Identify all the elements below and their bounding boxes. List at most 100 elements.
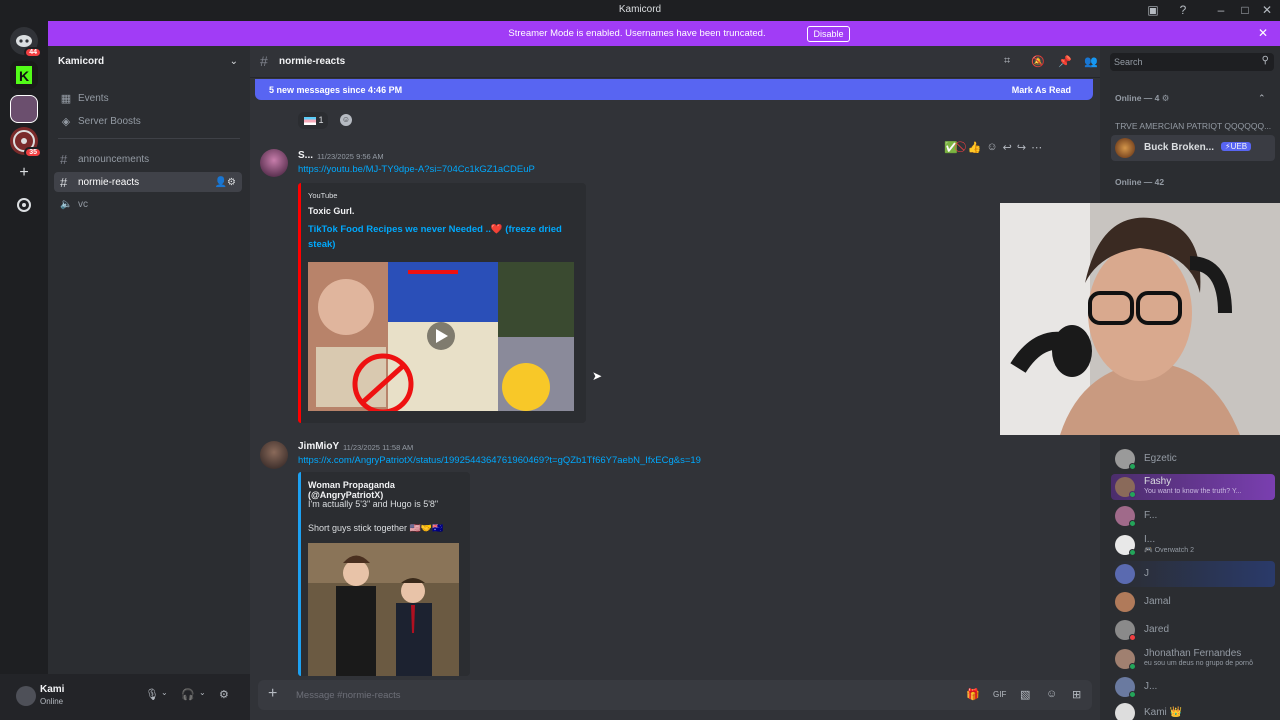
emoji-icon[interactable]: ☺ <box>1046 688 1057 700</box>
message-author[interactable]: S... <box>298 150 313 161</box>
member-item[interactable]: Buck Broken... ⚡UEB <box>1111 135 1275 161</box>
chevron-up-icon[interactable]: ⌃ <box>1258 93 1266 104</box>
message-link[interactable]: https://youtu.be/MJ-TY9dpe-A?si=704Cc1kG… <box>298 164 535 175</box>
search-box[interactable]: ⚲ <box>1110 53 1274 71</box>
chevron-down-icon[interactable]: ⌄ <box>161 688 168 697</box>
gift-icon[interactable]: 🎁 <box>966 688 980 701</box>
embed-provider: YouTube <box>308 191 338 200</box>
gif-icon[interactable]: GIF <box>993 690 1006 699</box>
new-messages-bar[interactable]: 5 new messages since 4:46 PM Mark As Rea… <box>255 79 1093 100</box>
hash-icon: # <box>260 53 268 69</box>
help-icon[interactable]: ? <box>1176 3 1190 17</box>
member-item[interactable]: J <box>1111 561 1275 587</box>
chevron-down-icon[interactable]: ⌄ <box>230 56 238 67</box>
close-window-icon[interactable]: ✕ <box>1260 3 1274 17</box>
member-item[interactable]: J... <box>1111 674 1275 700</box>
message-timestamp: 11/23/2025 9:56 AM <box>317 152 384 161</box>
hash-icon: # <box>60 151 68 167</box>
avatar[interactable] <box>260 441 288 469</box>
member-activity: You want to know the truth? Y... <box>1144 488 1242 495</box>
member-name: Jhonathan Fernandes <box>1144 648 1242 659</box>
online-status-dot <box>1129 691 1136 698</box>
member-item[interactable]: Fashy You want to know the truth? Y... <box>1111 474 1275 500</box>
message-input[interactable] <box>296 687 896 703</box>
gear-icon[interactable]: ⚙ <box>219 688 229 701</box>
reply-icon[interactable]: ↩ <box>1003 141 1012 154</box>
avatar[interactable] <box>16 686 36 706</box>
forward-icon[interactable]: ↪ <box>1017 141 1026 154</box>
member-name: Fashy <box>1144 476 1172 487</box>
member-name: Jared <box>1144 624 1170 635</box>
online-status-dot <box>1129 491 1136 498</box>
message-link[interactable]: https://x.com/AngryPatriotX/status/19925… <box>298 455 701 466</box>
close-icon[interactable]: ✕ <box>1258 26 1268 40</box>
reaction-pill[interactable]: 1 <box>298 112 328 129</box>
mouse-cursor-icon: ➤ <box>592 369 603 383</box>
user-panel: Kami Online 🎙 ⌄ 🎧 ⌄ ⚙ <box>0 674 250 720</box>
calendar-icon: ▦ <box>60 93 72 105</box>
video-thumbnail[interactable] <box>308 262 574 411</box>
add-reaction-icon[interactable]: ☺ <box>340 114 352 126</box>
avatar <box>1115 703 1135 720</box>
message-author[interactable]: JimMioY <box>298 441 339 452</box>
sidebar-item-label: Events <box>78 93 109 104</box>
chevron-down-icon[interactable]: ⌄ <box>199 688 206 697</box>
members-icon[interactable]: 👥 <box>1084 55 1098 68</box>
apps-icon[interactable]: ⊞ <box>1072 688 1081 701</box>
more-icon[interactable]: ⋯ <box>1031 141 1042 154</box>
member-item[interactable]: Jhonathan Fernandes eu sou um deus no gr… <box>1111 646 1275 672</box>
sticker-icon[interactable]: ▧ <box>1020 688 1030 701</box>
embed-title[interactable]: TikTok Food Recipes we never Needed ..❤️… <box>308 222 578 252</box>
channel-vc[interactable]: 🔈 vc <box>54 194 242 214</box>
game-icon: 🎮 <box>1144 547 1153 554</box>
disable-button[interactable]: Disable <box>807 26 850 42</box>
direct-messages-icon[interactable]: 44 <box>10 27 42 58</box>
online-status-dot <box>1129 634 1136 641</box>
speaker-icon: 🔈 <box>60 198 73 210</box>
pin-icon[interactable]: 📌 <box>1058 55 1072 68</box>
invite-settings-icons[interactable]: 👤⚙ <box>215 177 236 188</box>
embed-author[interactable]: Toxic Gurl. <box>308 206 354 216</box>
microphone-icon[interactable]: 🎙 <box>145 688 159 701</box>
channel-announcements[interactable]: # announcements <box>54 149 242 169</box>
upload-plus-icon[interactable]: + <box>268 685 277 703</box>
sidebar-item-server-boosts[interactable]: ◈ Server Boosts <box>60 115 141 128</box>
maximize-icon[interactable]: □ <box>1238 3 1252 17</box>
member-item[interactable]: Kami 👑 <box>1111 700 1275 720</box>
inbox-icon[interactable]: ▣ <box>1146 3 1160 17</box>
member-item[interactable]: I... 🎮 Overwatch 2 <box>1111 532 1275 558</box>
server-icon-film[interactable]: 35 <box>10 127 42 158</box>
add-reaction-icon[interactable]: ☺ <box>986 141 997 153</box>
notification-bell-icon[interactable]: 🔕 <box>1031 55 1045 68</box>
mark-as-read-button[interactable]: Mark As Read <box>1012 85 1071 95</box>
threads-icon[interactable]: ⌗ <box>1004 55 1010 68</box>
member-item[interactable]: F... <box>1111 503 1275 529</box>
channel-normie-reacts[interactable]: # normie-reacts 👤⚙ <box>54 172 242 192</box>
server-icon-kick[interactable]: K <box>10 61 38 89</box>
thumbs-up-reaction-icon[interactable]: 👍 <box>968 141 982 154</box>
avatar[interactable] <box>260 149 288 177</box>
headphones-icon[interactable]: 🎧 <box>181 688 195 701</box>
discover-icon[interactable] <box>10 191 38 219</box>
add-server-icon[interactable]: + <box>10 159 38 187</box>
server-icon-kamicord[interactable] <box>10 95 38 123</box>
sidebar-item-events[interactable]: ▦ Events <box>60 92 109 105</box>
embed-color-bar <box>298 472 301 676</box>
member-item[interactable]: Egzetic <box>1111 446 1275 472</box>
minimize-icon[interactable]: – <box>1214 3 1228 17</box>
server-list: 44 K 35 + <box>0 21 48 720</box>
embed-author[interactable]: Woman Propaganda (@AngryPatriotX) <box>308 480 470 500</box>
avatar <box>1115 564 1135 584</box>
search-input[interactable] <box>1114 55 1254 69</box>
embed-color-bar <box>298 183 301 423</box>
svg-text:K: K <box>19 68 29 84</box>
message-composer: + 🎁 GIF ▧ ☺ ⊞ <box>258 680 1092 710</box>
gear-icon[interactable]: ⚙ <box>1162 93 1170 103</box>
check-reaction-icon[interactable]: ✅ <box>944 141 958 154</box>
member-name: Jamal <box>1144 596 1171 607</box>
tweet-image[interactable] <box>308 543 459 676</box>
member-name: J <box>1144 568 1149 579</box>
member-item[interactable]: Jared <box>1111 617 1275 643</box>
member-item[interactable]: Jamal <box>1111 589 1275 615</box>
server-name[interactable]: Kamicord <box>58 56 104 67</box>
